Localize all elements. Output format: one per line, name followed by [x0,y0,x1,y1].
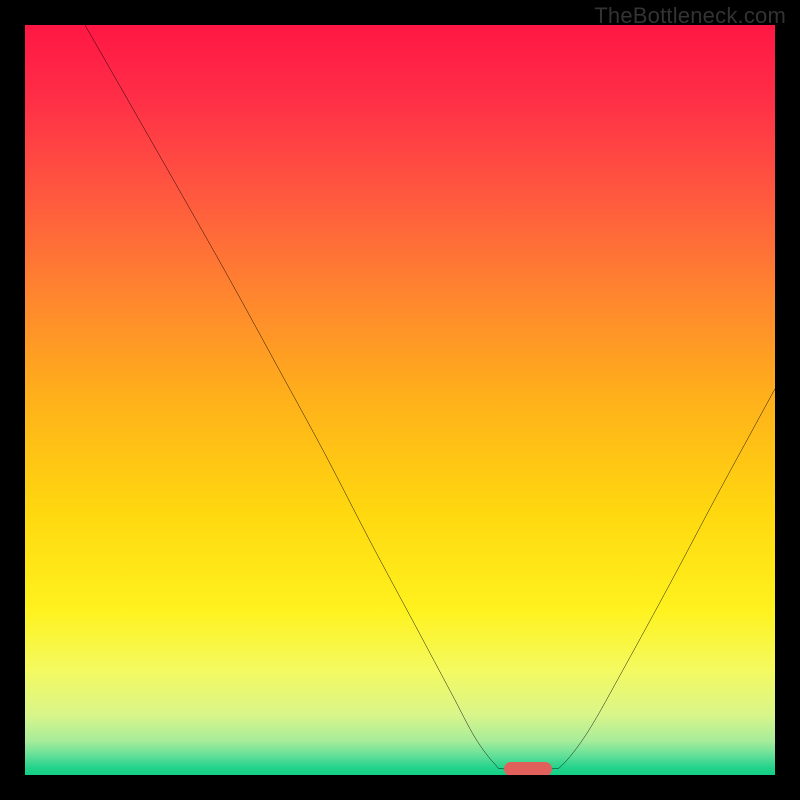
background-gradient [25,25,775,775]
optimal-marker [504,762,552,775]
plot-area [25,25,775,775]
watermark-text: TheBottleneck.com [594,3,786,29]
chart-frame: TheBottleneck.com [0,0,800,800]
